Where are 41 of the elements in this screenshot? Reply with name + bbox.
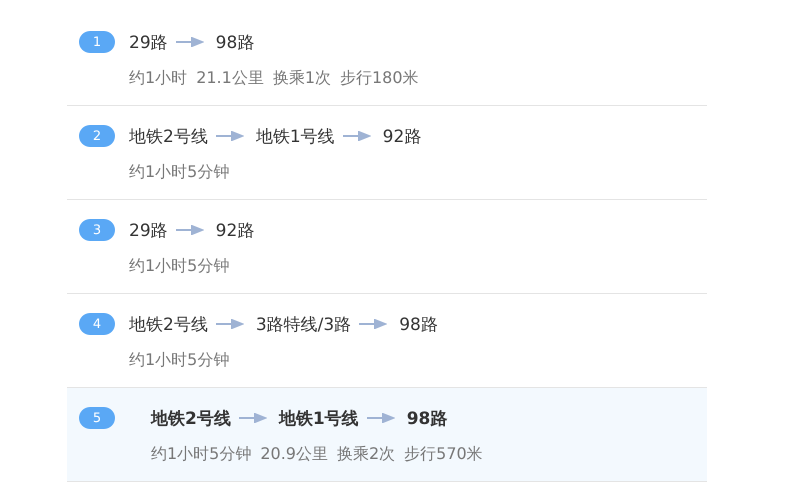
line-name: 29路 xyxy=(129,220,168,242)
arrow-icon xyxy=(216,319,244,329)
arrow-icon xyxy=(176,225,204,235)
route-number-badge: 2 xyxy=(79,125,115,147)
line-name: 3路特线/3路 xyxy=(256,314,352,336)
line-name: 98路 xyxy=(399,314,438,336)
line-name: 地铁2号线 xyxy=(129,126,208,148)
line-name: 地铁1号线 xyxy=(256,126,335,148)
arrow-icon xyxy=(342,131,371,141)
route-detail: 约1小时5分钟 xyxy=(129,162,230,182)
route-detail: 约1小时5分钟 xyxy=(129,350,230,370)
line-name: 92路 xyxy=(382,126,422,148)
route-item[interactable]: 2 地铁2号线 地铁1号线 92路 约1小时5分钟 xyxy=(67,106,707,200)
route-detail: 约1小时 xyxy=(129,68,188,88)
line-name: 地铁2号线 xyxy=(129,314,208,336)
line-name: 92路 xyxy=(216,220,254,242)
route-detail: 步行180米 xyxy=(340,68,419,88)
route-detail: 约1小时5分钟 xyxy=(129,256,230,276)
route-detail: 步行570米 xyxy=(404,444,483,464)
route-item[interactable]: 5 地铁2号线 地铁1号线 98路 约1小时5分钟 20.9公里 换乘2次 步行570米 xyxy=(67,388,707,482)
arrow-icon xyxy=(366,413,395,423)
route-item[interactable]: 3 29路 92路 约1小时5分钟 xyxy=(67,200,707,294)
route-item[interactable]: 1 29路 98路 约1小时 21.1公里 换乘1次 步行180米 xyxy=(67,12,707,106)
route-detail: 换乘2次 xyxy=(336,444,396,464)
line-name: 地铁1号线 xyxy=(278,408,359,430)
arrow-icon xyxy=(176,37,204,47)
arrow-icon xyxy=(359,319,388,329)
route-number-badge: 3 xyxy=(79,219,115,241)
route-number-badge: 5 xyxy=(79,407,115,429)
route-number-badge: 1 xyxy=(79,31,115,53)
line-name: 29路 xyxy=(129,32,168,54)
route-detail: 约1小时5分钟 xyxy=(151,444,252,464)
line-name: 地铁2号线 xyxy=(151,408,231,430)
route-detail: 换乘1次 xyxy=(272,68,331,88)
route-detail: 21.1公里 xyxy=(196,68,264,88)
arrow-icon xyxy=(216,131,244,141)
arrow-icon xyxy=(238,413,267,423)
route-detail: 20.9公里 xyxy=(260,444,328,464)
route-number-badge: 4 xyxy=(79,313,115,335)
line-name: 98路 xyxy=(216,32,254,54)
line-name: 98路 xyxy=(406,408,448,430)
